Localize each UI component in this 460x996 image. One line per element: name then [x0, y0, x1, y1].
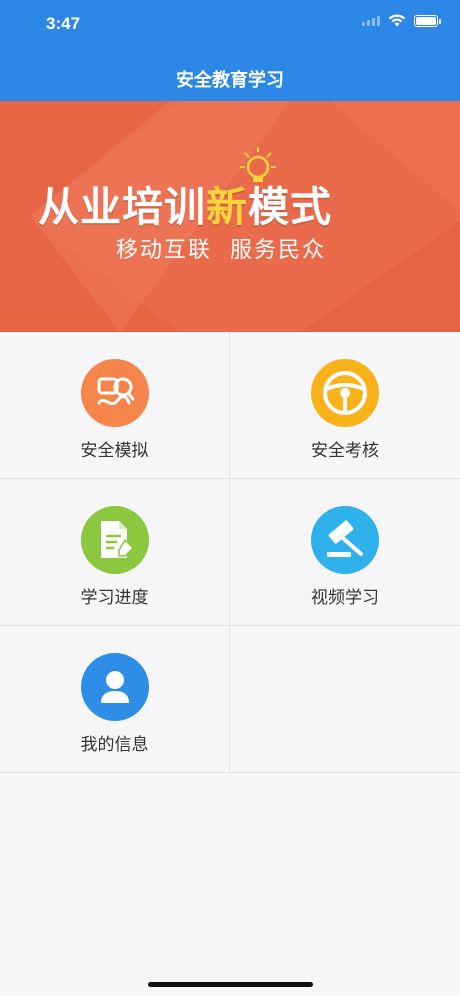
menu-item-safety-simulation[interactable]: 安全模拟: [0, 332, 230, 478]
steering-wheel-icon: [311, 359, 379, 427]
menu-item-label: 我的信息: [80, 735, 149, 755]
banner-headline-part1: 从业培训: [38, 183, 206, 231]
cellular-signal-icon: [362, 15, 380, 26]
banner-headline: 从业培训新模式: [38, 173, 332, 233]
menu-item-label: 视频学习: [311, 588, 379, 608]
top-bar: 3:47 安全教育学习: [0, 0, 460, 101]
menu-item-safety-assessment[interactable]: 安全考核: [230, 332, 460, 478]
menu-item-label: 安全模拟: [80, 441, 149, 461]
document-edit-icon: [81, 506, 149, 574]
menu-item-learning-progress[interactable]: 学习进度: [0, 479, 230, 625]
simulation-icon: [81, 359, 149, 427]
menu-grid: 安全模拟 安全考核 学习进度 视频学习 我的信息: [0, 332, 460, 773]
user-profile-icon: [81, 653, 149, 721]
banner-headline-accent: 新: [206, 183, 248, 231]
menu-row: 学习进度 视频学习: [0, 479, 460, 626]
page-title: 安全教育学习: [176, 70, 284, 91]
menu-row: 安全模拟 安全考核: [0, 332, 460, 479]
wifi-icon: [388, 14, 406, 27]
menu-item-my-info[interactable]: 我的信息: [0, 626, 230, 772]
status-icons: [362, 14, 441, 27]
menu-row: 我的信息: [0, 626, 460, 773]
menu-item-label: 学习进度: [80, 588, 149, 608]
menu-item-video-learning[interactable]: 视频学习: [230, 479, 460, 625]
promo-banner[interactable]: 从业培训新模式 移动互联 服务民众: [0, 101, 460, 332]
banner-headline-part2: 模式: [248, 183, 332, 231]
status-time: 3:47: [46, 14, 81, 33]
home-indicator[interactable]: [148, 982, 313, 987]
menu-item-empty: [230, 626, 460, 772]
menu-item-label: 安全考核: [311, 441, 379, 461]
battery-icon: [414, 14, 441, 27]
gavel-icon: [311, 506, 379, 574]
banner-subtitle: 移动互联 服务民众: [116, 238, 326, 263]
